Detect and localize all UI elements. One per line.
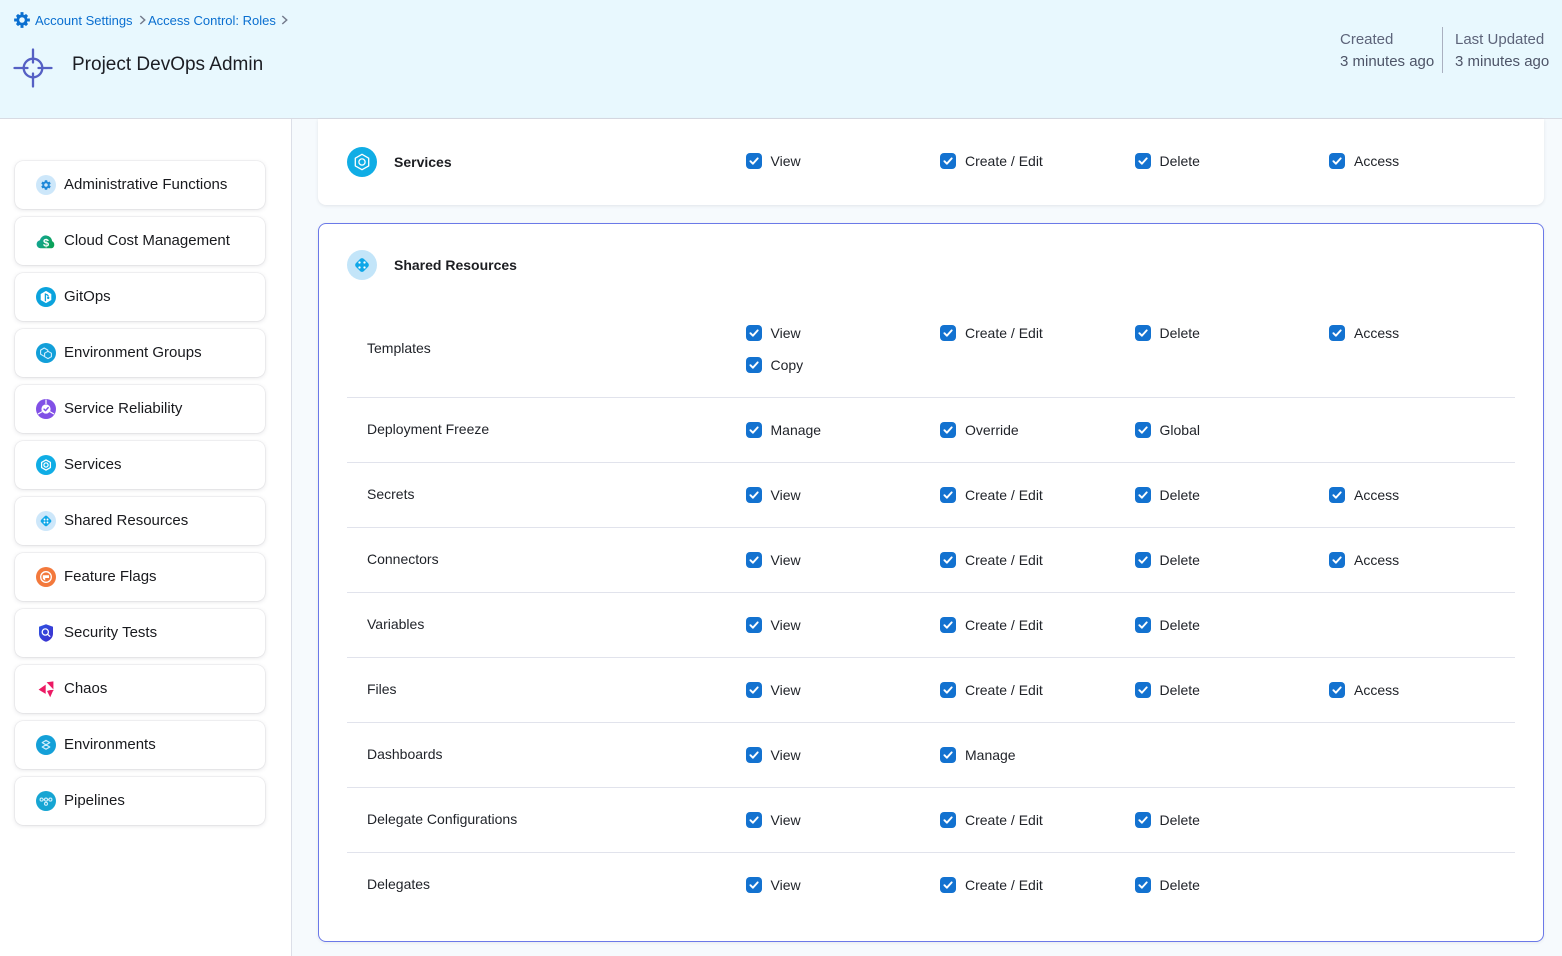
svg-text:$: $: [43, 237, 49, 249]
